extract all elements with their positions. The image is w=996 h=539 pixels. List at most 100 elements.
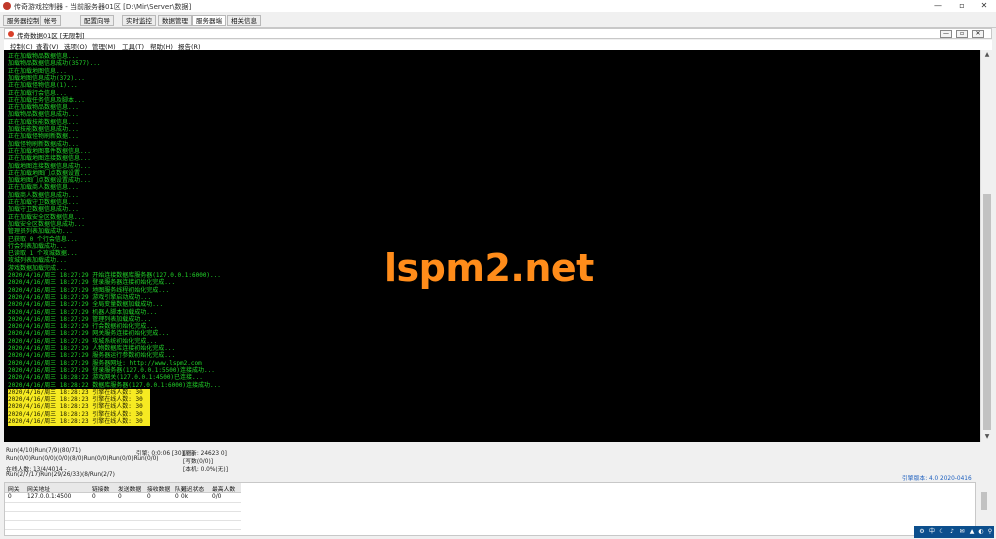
cell-max[interactable]: 0/0 <box>212 494 221 500</box>
log-line: 正在加载怪物刷新数据... <box>8 133 79 141</box>
expand-tray-icon[interactable]: ▲ <box>968 528 976 536</box>
network-icon[interactable]: ◐ <box>977 528 985 536</box>
log-line: 加载地图连接数据信息成功... <box>8 162 91 170</box>
cell-delay[interactable]: 0k <box>181 494 188 500</box>
inner-maximize-button[interactable]: ▫ <box>956 30 968 38</box>
cell-gateway[interactable]: 0 <box>8 494 12 500</box>
tab-server-side[interactable]: 服务器端 <box>192 15 226 26</box>
log-line-highlighted: 2020/4/16/周三 18:28:23 引擎在线人数: 30 <box>8 388 143 396</box>
status-line-4: Run(2/7/17)Run(29/26/33)(8/Run(2/7) <box>6 472 115 478</box>
log-line-highlighted: 2020/4/16/周三 18:28:23 引擎在线人数: 30 <box>8 403 143 411</box>
log-line: 正在加载物品数据信息... <box>8 53 79 60</box>
log-console[interactable]: 正在加载物品数据信息... 加载物品数据信息成功(3577)... 正在加载地图信息… <box>4 50 980 442</box>
log-line: 正在加载行会信息... <box>8 89 67 97</box>
log-line: 2020/4/16/周三 18:27:29 攻城系统初始化完成... <box>8 337 158 345</box>
tab-data-manage[interactable]: 数据管理 <box>158 15 192 26</box>
log-line: 2020/4/16/周三 18:27:29 服务器网址: http://www.… <box>8 359 202 367</box>
grid-row-line <box>5 502 241 503</box>
scroll-down-icon[interactable]: ▼ <box>981 432 993 442</box>
tab-server-control[interactable]: 服务器控制 <box>3 15 44 26</box>
log-line: 加载安全区数据信息成功... <box>8 220 85 228</box>
log-line: 正在加载地图信息... <box>8 67 67 75</box>
main-tabstrip: 服务器控制 帐号 配置向导 实时监控 数据管理 服务器端 相关信息 <box>0 14 996 28</box>
log-line: 正在加载怪物信息(1)... <box>8 82 78 90</box>
log-line: 攻城列表加载成功... <box>8 257 67 265</box>
log-line: 正在加载地图门点数据设置... <box>8 169 91 177</box>
cell-send[interactable]: 0 <box>118 494 122 500</box>
col-links[interactable]: 链接数 <box>92 484 109 493</box>
log-line: 正在加载地图连接数据信息... <box>8 155 91 163</box>
grid-scroll-thumb[interactable] <box>981 492 987 510</box>
tools-icon[interactable]: ⚲ <box>986 528 994 536</box>
col-send[interactable]: 发送数据 <box>118 484 141 493</box>
tab-monitor[interactable]: 实时监控 <box>122 15 156 26</box>
inner-minimize-button[interactable]: — <box>940 30 952 38</box>
menubar: 控制(C) 查看(V) 选项(O) 管理(M) 工具(T) 帮助(H) 报告(R… <box>4 40 992 51</box>
tab-related-info[interactable]: 相关信息 <box>227 15 261 26</box>
cell-address[interactable]: 127.0.0.1:4500 <box>27 494 71 500</box>
cell-recv[interactable]: 0 <box>147 494 151 500</box>
log-line: 2020/4/16/周三 18:27:29 服务器运行参数初始化完成... <box>8 352 176 360</box>
scroll-up-icon[interactable]: ▲ <box>981 50 993 60</box>
log-line: 正在加载技能数据信息... <box>8 118 79 126</box>
log-line: 加载技能数据信息成功... <box>8 126 79 133</box>
grid-row-line <box>5 511 241 512</box>
log-line: 管理员列表加载成功... <box>8 228 73 236</box>
log-line: 已获取 0 个行会信息... <box>8 235 78 243</box>
gateway-table: 网关 网关地址 链接数 发送数据 接收数据 队列 延迟状态 最高人数 0 127… <box>4 482 976 536</box>
log-line: 游戏数据加载完成... <box>8 264 67 272</box>
log-line: 2020/4/16/周三 18:27:29 机器人脚本加载成功... <box>8 308 158 316</box>
log-line-highlighted: 2020/4/16/周三 18:28:23 引擎在线人数: 30 <box>8 418 143 425</box>
col-gateway[interactable]: 网关 <box>8 484 20 493</box>
engine-version: 引擎版本: 4.0 2020-0416 <box>902 476 972 482</box>
log-line: 正在加载守卫数据信息... <box>8 199 79 206</box>
close-button[interactable]: ✕ <box>972 0 996 12</box>
console-scrollbar[interactable]: ▲ ▼ <box>980 50 993 442</box>
inner-window-title: 传奇数据01区 [无限制] <box>17 32 85 40</box>
log-line: 2020/4/16/周三 18:28:22 数据库服务器(127.0.0.1:6… <box>8 381 221 389</box>
ime-icon[interactable]: 中 <box>928 528 936 536</box>
col-recv[interactable]: 接收数据 <box>147 484 170 493</box>
log-line: 加载怪物刷新数据成功... <box>8 140 79 148</box>
inner-window-icon <box>8 31 14 37</box>
col-address[interactable]: 网关地址 <box>27 484 50 493</box>
log-line: 2020/4/16/周三 18:27:29 全局变量数据加载成功... <box>8 301 164 309</box>
cell-queue[interactable]: 0 <box>175 494 179 500</box>
maximize-button[interactable]: ▫ <box>950 0 974 12</box>
log-line: 正在加载地图事件数据信息... <box>8 147 91 155</box>
volume-icon[interactable]: ♪ <box>948 528 956 536</box>
log-line: 加载物品数据信息成功(3577)... <box>8 60 101 68</box>
col-max[interactable]: 最高人数 <box>212 484 235 493</box>
message-icon[interactable]: ✉ <box>958 528 966 536</box>
log-line-highlighted: 2020/4/16/周三 18:28:23 引擎在线人数: 30 <box>8 410 143 418</box>
tab-account[interactable]: 帐号 <box>40 15 61 26</box>
tab-config-wizard[interactable]: 配置向导 <box>80 15 114 26</box>
gateway-table-header: 网关 网关地址 链接数 发送数据 接收数据 队列 延迟状态 最高人数 <box>5 483 241 493</box>
moon-icon[interactable]: ☾ <box>938 528 946 536</box>
log-line: 2020/4/16/周三 18:27:29 登录服务器(127.0.0.1:55… <box>8 366 215 374</box>
status-local: [本机: 0.0%(无)] <box>183 467 228 473</box>
log-line: 行会列表加载成功... <box>8 242 67 250</box>
grid-scrollbar[interactable] <box>976 482 992 522</box>
inner-close-button[interactable]: ✕ <box>972 30 984 38</box>
log-line: 2020/4/16/周三 18:27:29 人物数据库连接初始化完成... <box>8 345 176 352</box>
grid-row-line <box>5 520 241 521</box>
inner-window-title-bar: 传奇数据01区 [无限制] — ▫ ✕ <box>4 28 992 40</box>
system-tray: ⚙ 中 ☾ ♪ ✉ ▲ ◐ ⚲ <box>914 526 994 538</box>
log-line: 加载守卫数据信息成功... <box>8 206 79 214</box>
window-title: 传奇游戏控制器 - 当前服务器01区 [D:\Mir\Server\数据] <box>14 3 192 11</box>
log-line: 加载物品数据信息成功... <box>8 111 79 119</box>
minimize-button[interactable]: — <box>926 0 950 12</box>
log-line: 2020/4/16/周三 18:27:29 网关服务连接初始化完成... <box>8 330 170 338</box>
scroll-thumb[interactable] <box>983 194 991 430</box>
log-line: 正在加载任务信息及脚本... <box>8 96 85 104</box>
col-delay[interactable]: 延迟状态 <box>181 484 204 493</box>
log-line: 2020/4/16/周三 18:27:29 地图服务线程初始化完成... <box>8 286 170 294</box>
log-line: 加载地图信息成功(372)... <box>8 74 85 82</box>
settings-icon[interactable]: ⚙ <box>918 528 926 536</box>
log-line: 2020/4/16/周三 18:27:29 登录服务器连接初始化完成... <box>8 279 176 287</box>
cell-links[interactable]: 0 <box>92 494 96 500</box>
grid-row-line <box>5 529 241 530</box>
log-line: 加载商人数据信息成功... <box>8 191 79 199</box>
log-line: 2020/4/16/周三 18:28:22 游戏网关(127.0.0.1:450… <box>8 374 203 382</box>
